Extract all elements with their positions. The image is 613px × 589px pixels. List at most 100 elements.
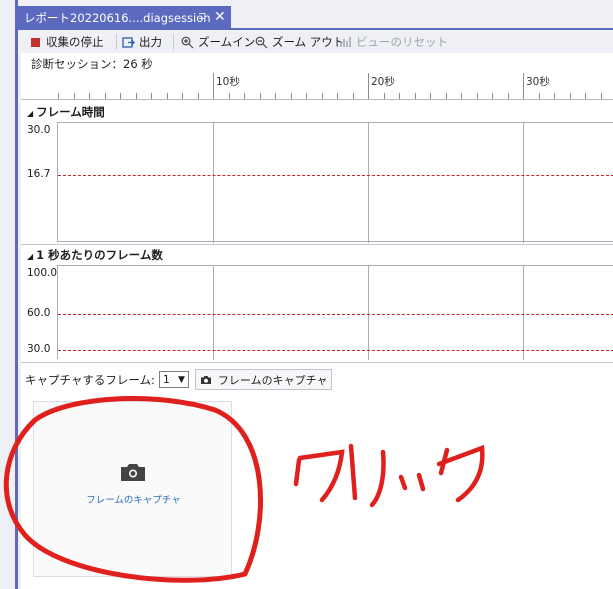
ruler-tick bbox=[322, 93, 323, 99]
ruler-tick bbox=[539, 93, 540, 99]
session-duration: 診断セッション：26 秒 bbox=[31, 57, 153, 71]
fps-graph[interactable] bbox=[57, 265, 613, 360]
toolbar-separator bbox=[116, 34, 117, 50]
frame-time-target-line bbox=[58, 175, 613, 176]
fps-60-line bbox=[58, 314, 613, 315]
stop-collection-label: 収集の停止 bbox=[46, 35, 104, 49]
time-ruler[interactable]: 10秒 20秒 30秒 bbox=[21, 73, 613, 100]
reset-view-icon bbox=[340, 37, 351, 47]
ruler-tick bbox=[167, 93, 168, 99]
ruler-tick bbox=[151, 93, 152, 99]
ruler-tick bbox=[430, 93, 431, 99]
section-divider bbox=[21, 362, 613, 363]
output-icon bbox=[122, 36, 135, 48]
ruler-tick bbox=[291, 93, 292, 99]
ruler-tick bbox=[182, 93, 183, 99]
collapse-triangle-icon[interactable]: ◢ bbox=[27, 109, 33, 118]
document-tab-bar: レポート20220616....diagsession ⊐ ✕ bbox=[18, 0, 613, 30]
zoom-out-button[interactable]: ズーム アウト bbox=[255, 34, 344, 50]
zoom-in-icon bbox=[181, 36, 194, 48]
capture-count-value: 1 bbox=[162, 373, 170, 386]
ruler-tick bbox=[384, 93, 385, 99]
ruler-tick bbox=[415, 93, 416, 99]
ruler-tick bbox=[477, 93, 478, 99]
camera-icon bbox=[200, 375, 211, 384]
graph-gridline bbox=[213, 266, 214, 360]
frame-time-title: フレーム時間 bbox=[36, 105, 105, 119]
fps-30-line bbox=[58, 350, 613, 351]
ruler-tick bbox=[523, 93, 524, 99]
close-icon[interactable]: ✕ bbox=[214, 9, 226, 25]
graph-gridline bbox=[523, 266, 524, 360]
ruler-tick bbox=[368, 93, 369, 99]
ruler-tick bbox=[353, 93, 354, 99]
ruler-tick bbox=[58, 93, 59, 99]
ruler-tick bbox=[585, 93, 586, 99]
ruler-tick bbox=[508, 93, 509, 99]
tab-title: レポート20220616....diagsession bbox=[24, 11, 211, 25]
frame-time-y-label: 16.7 bbox=[27, 168, 51, 180]
ruler-tick bbox=[244, 93, 245, 99]
toolbar-separator bbox=[173, 34, 174, 50]
frame-time-y-label: 30.0 bbox=[27, 124, 51, 136]
left-window-edge bbox=[0, 0, 18, 589]
frame-capture-card-label: フレームのキャプチャ bbox=[86, 495, 181, 506]
ruler-label-30s: 30秒 bbox=[526, 76, 550, 88]
frame-capture-card[interactable]: フレームのキャプチャ bbox=[33, 401, 232, 577]
ruler-tick bbox=[554, 93, 555, 99]
output-button[interactable]: 出力 bbox=[122, 34, 162, 50]
frame-time-section-title[interactable]: ◢ フレーム時間 bbox=[27, 104, 105, 120]
ruler-tick bbox=[306, 93, 307, 99]
ruler-tick bbox=[136, 93, 137, 99]
capture-count-select[interactable]: 1 ▼ bbox=[158, 371, 189, 388]
chevron-down-icon: ▼ bbox=[178, 374, 185, 385]
diagnostic-content: 診断セッション：26 秒 10秒 20秒 30秒 ◢ フレーム時間 30.0 16… bbox=[21, 53, 613, 589]
zoom-out-label: ズーム アウト bbox=[272, 35, 345, 49]
stop-icon bbox=[31, 37, 40, 47]
toolbar: 収集の停止 出力 ズームイン ズーム アウト ビューのリセット bbox=[21, 31, 613, 53]
ruler-tick bbox=[570, 93, 571, 99]
ruler-tick bbox=[213, 93, 214, 99]
fps-y-label: 60.0 bbox=[27, 307, 51, 319]
fps-y-label: 30.0 bbox=[27, 343, 51, 355]
stop-collection-button[interactable]: 収集の停止 bbox=[31, 34, 104, 50]
section-divider bbox=[21, 244, 613, 245]
fps-section-title[interactable]: ◢ 1 秒あたりのフレーム数 bbox=[27, 247, 163, 263]
capture-frames-label: キャプチャするフレーム: bbox=[25, 372, 155, 387]
camera-icon bbox=[121, 464, 145, 481]
ruler-tick bbox=[446, 93, 447, 99]
capture-frame-button-label: フレームのキャプチャ bbox=[217, 373, 328, 387]
zoom-out-icon bbox=[255, 36, 268, 48]
ruler-tick bbox=[337, 93, 338, 99]
output-label: 出力 bbox=[139, 35, 162, 49]
pin-icon[interactable]: ⊐ bbox=[198, 11, 206, 22]
zoom-in-button[interactable]: ズームイン bbox=[181, 34, 255, 50]
collapse-triangle-icon[interactable]: ◢ bbox=[27, 252, 33, 261]
graph-gridline bbox=[523, 123, 524, 243]
capture-row: キャプチャするフレーム: 1 ▼ フレームのキャプチャ bbox=[25, 369, 333, 390]
graph-gridline bbox=[368, 123, 369, 243]
ruler-tick bbox=[120, 93, 121, 99]
fps-y-label: 100.0 bbox=[27, 267, 58, 279]
frame-time-graph[interactable] bbox=[57, 122, 613, 243]
graph-gridline bbox=[368, 266, 369, 360]
zoom-in-label: ズームイン bbox=[198, 35, 256, 49]
ruler-tick bbox=[260, 93, 261, 99]
ruler-tick bbox=[601, 93, 602, 99]
ruler-tick bbox=[229, 93, 230, 99]
ruler-label-20s: 20秒 bbox=[371, 76, 395, 88]
ruler-label-10s: 10秒 bbox=[216, 76, 240, 88]
ruler-tick bbox=[399, 93, 400, 99]
ruler-tick bbox=[461, 93, 462, 99]
ruler-tick bbox=[74, 93, 75, 99]
ruler-tick bbox=[89, 93, 90, 99]
capture-frame-button[interactable]: フレームのキャプチャ bbox=[194, 369, 333, 390]
ruler-tick bbox=[198, 93, 199, 99]
ruler-tick bbox=[492, 93, 493, 99]
graph-gridline bbox=[213, 123, 214, 243]
fps-title: 1 秒あたりのフレーム数 bbox=[36, 248, 163, 262]
reset-view-button[interactable]: ビューのリセット bbox=[340, 34, 448, 50]
reset-view-label: ビューのリセット bbox=[356, 35, 448, 49]
ruler-tick bbox=[275, 93, 276, 99]
document-tab[interactable]: レポート20220616....diagsession ⊐ ✕ bbox=[18, 6, 231, 30]
